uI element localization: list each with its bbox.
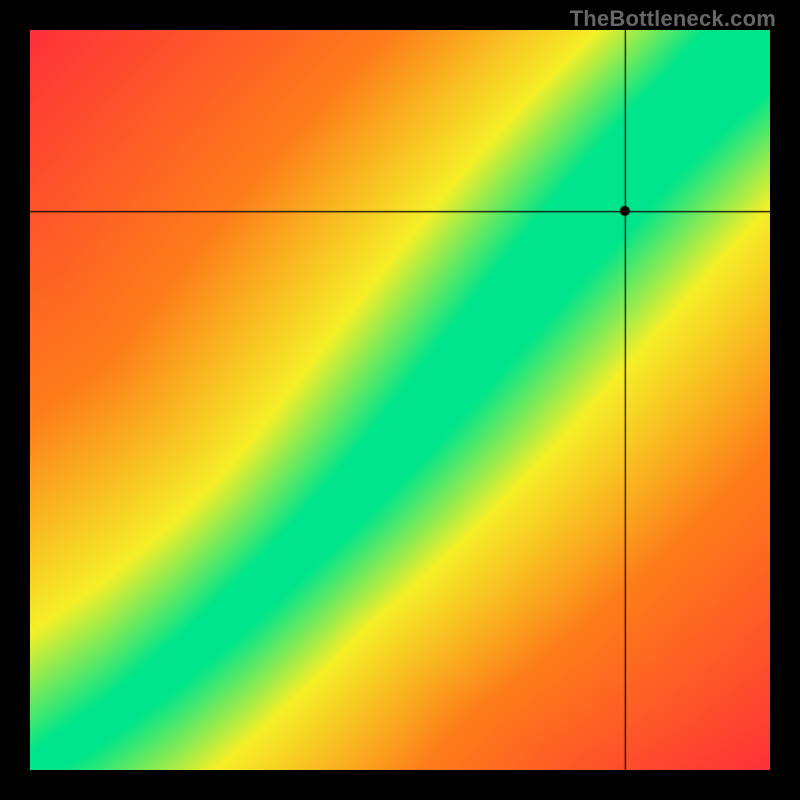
watermark-text: TheBottleneck.com — [570, 6, 776, 32]
chart-container: TheBottleneck.com — [0, 0, 800, 800]
crosshair-overlay — [30, 30, 770, 770]
